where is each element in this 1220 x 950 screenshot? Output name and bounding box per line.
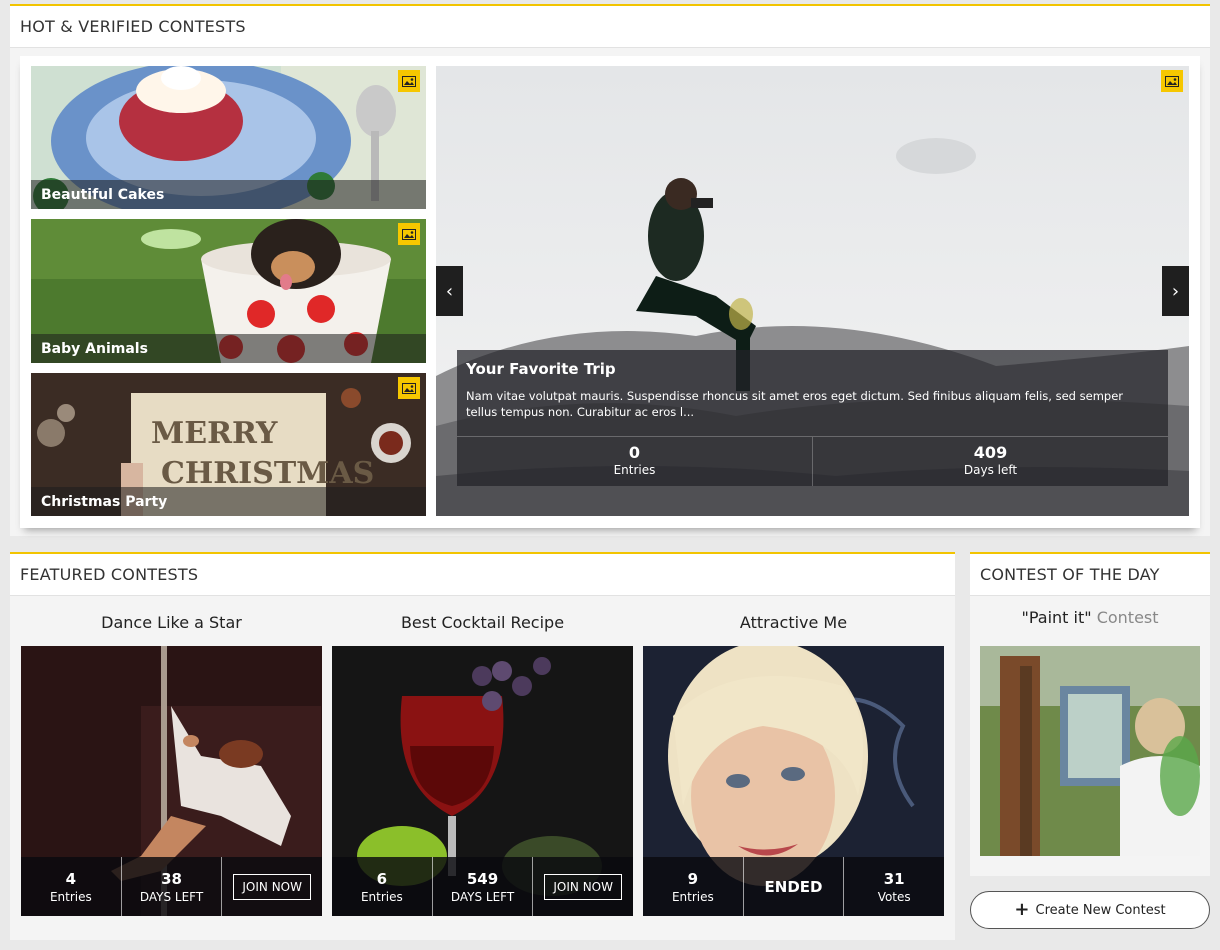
entries-stat: 0 Entries (457, 437, 812, 486)
cotd-contest-title[interactable]: "Paint it" Contest (970, 608, 1210, 627)
painter-photo (980, 646, 1200, 856)
entries-stat: 4 Entries (21, 857, 121, 916)
join-cell: JOIN NOW (221, 857, 322, 916)
status-cell: ENDED (742, 857, 844, 916)
hot-featured-slide[interactable]: ‹ › Your Favorite Trip Nam vitae volutpa… (436, 66, 1189, 516)
contest-stats-bar: 9 Entries ENDED 31 Votes (643, 857, 944, 916)
contest-image[interactable]: 4 Entries 38 DAYS LEFT JOIN NOW (21, 646, 322, 916)
days-left-count: 549 (466, 869, 499, 888)
tile-label: Baby Animals (31, 334, 426, 363)
votes-stat: 31 Votes (843, 857, 944, 916)
contest-stats-bar: 4 Entries 38 DAYS LEFT JOIN NOW (21, 857, 322, 916)
plus-icon: + (1014, 899, 1030, 920)
tile-baby-animals[interactable]: Baby Animals (31, 219, 426, 363)
featured-contests-panel: FEATURED CONTESTS Dance Like a Star 4 En… (10, 552, 955, 940)
entries-count: 4 (65, 869, 77, 888)
entries-label: Entries (613, 463, 656, 477)
entries-label: Entries (360, 889, 403, 904)
days-left-label: DAYS LEFT (450, 889, 515, 904)
image-icon (398, 223, 420, 245)
tile-christmas-party[interactable]: MERRY CHRISTMAS Christmas Party (31, 373, 426, 516)
contest-card-dance[interactable]: Dance Like a Star 4 Entries 38 DAYS LEFT (21, 598, 322, 916)
contest-of-the-day-panel: CONTEST OF THE DAY "Paint it" Contest (970, 552, 1210, 876)
image-icon (1161, 70, 1183, 92)
tile-label: Beautiful Cakes (31, 180, 426, 209)
svg-text:MERRY: MERRY (151, 416, 278, 451)
contest-status: ENDED (764, 877, 823, 896)
days-left-stat: 549 DAYS LEFT (431, 857, 533, 916)
contest-title[interactable]: Attractive Me (643, 598, 944, 646)
hot-contests-panel: HOT & VERIFIED CONTESTS Beautiful Cakes (10, 4, 1210, 536)
days-left-stat: 409 Days left (812, 437, 1168, 486)
days-left-count: 409 (973, 443, 1008, 462)
svg-text:CHRISTMAS: CHRISTMAS (161, 456, 374, 491)
featured-trip-info: Your Favorite Trip Nam vitae volutpat ma… (457, 350, 1168, 486)
contest-title[interactable]: Best Cocktail Recipe (332, 598, 633, 646)
days-left-label: Days left (963, 463, 1018, 477)
join-now-button[interactable]: JOIN NOW (544, 873, 622, 900)
contest-stats-bar: 6 Entries 549 DAYS LEFT JOIN NOW (332, 857, 633, 916)
entries-stat: 9 Entries (643, 857, 743, 916)
contest-image[interactable]: 6 Entries 549 DAYS LEFT JOIN NOW (332, 646, 633, 916)
chevron-left-icon[interactable]: ‹ (436, 266, 463, 316)
cotd-contest-name: "Paint it" (1021, 608, 1092, 627)
featured-trip-description: Nam vitae volutpat mauris. Suspendisse r… (466, 389, 1124, 419)
image-icon (398, 377, 420, 399)
votes-count: 31 (883, 869, 905, 888)
contest-image[interactable]: 9 Entries ENDED 31 Votes (643, 646, 944, 916)
entries-stat: 6 Entries (332, 857, 432, 916)
votes-label: Votes (877, 889, 911, 904)
tile-beautiful-cakes[interactable]: Beautiful Cakes (31, 66, 426, 209)
create-new-contest-label: Create New Contest (1035, 902, 1166, 918)
featured-trip-stats: 0 Entries 409 Days left (457, 436, 1168, 486)
contest-title[interactable]: Dance Like a Star (21, 598, 322, 646)
entries-count: 6 (376, 869, 388, 888)
entries-label: Entries (671, 889, 714, 904)
featured-trip-title[interactable]: Your Favorite Trip (466, 360, 616, 378)
days-left-label: DAYS LEFT (139, 889, 204, 904)
hot-contests-title: HOT & VERIFIED CONTESTS (10, 4, 1210, 48)
join-cell: JOIN NOW (532, 857, 633, 916)
contest-of-the-day-title: CONTEST OF THE DAY (970, 552, 1210, 596)
create-new-contest-button[interactable]: + Create New Contest (970, 891, 1210, 929)
days-left-stat: 38 DAYS LEFT (120, 857, 222, 916)
entries-count: 9 (687, 869, 699, 888)
contest-card-attractive[interactable]: Attractive Me 9 Entries ENDED 31 Votes (643, 598, 944, 916)
chevron-right-icon[interactable]: › (1162, 266, 1189, 316)
featured-contests-title: FEATURED CONTESTS (10, 552, 955, 596)
join-now-button[interactable]: JOIN NOW (233, 873, 311, 900)
contest-card-cocktail[interactable]: Best Cocktail Recipe 6 Entries 549 DAYS … (332, 598, 633, 916)
cotd-contest-suffix: Contest (1096, 608, 1159, 627)
cotd-image[interactable] (980, 646, 1200, 856)
days-left-count: 38 (161, 869, 182, 888)
entries-label: Entries (49, 889, 92, 904)
tile-label: Christmas Party (31, 487, 426, 516)
entries-count: 0 (628, 443, 641, 462)
image-icon (398, 70, 420, 92)
